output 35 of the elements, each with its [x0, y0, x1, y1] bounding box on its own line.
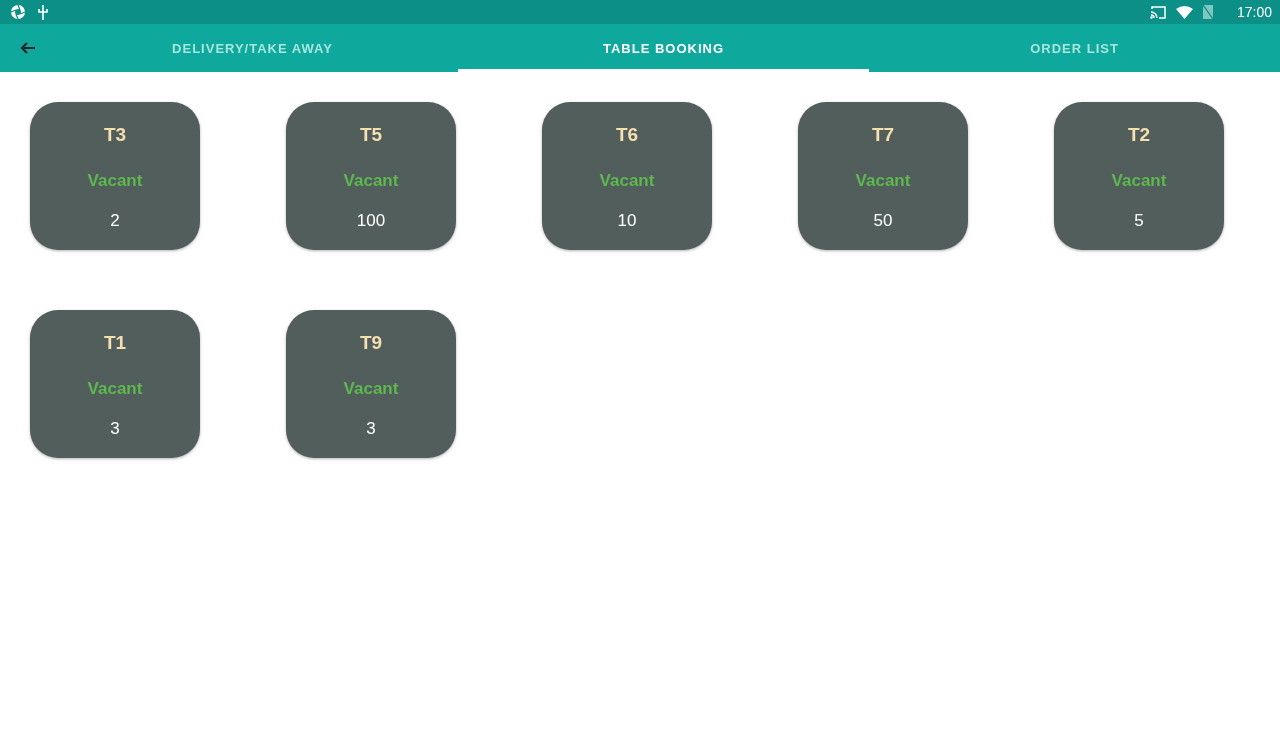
table-status: Vacant — [343, 379, 399, 399]
table-status: Vacant — [599, 171, 655, 191]
table-card[interactable]: T1 Vacant 3 — [30, 310, 200, 458]
table-capacity: 100 — [356, 211, 386, 231]
table-card[interactable]: T5 Vacant 100 — [286, 102, 456, 250]
table-card[interactable]: T3 Vacant 2 — [30, 102, 200, 250]
table-status: Vacant — [343, 171, 399, 191]
table-capacity: 50 — [873, 211, 893, 231]
table-name: T2 — [1127, 124, 1151, 146]
table-card[interactable]: T7 Vacant 50 — [798, 102, 968, 250]
table-name: T5 — [359, 124, 383, 146]
table-capacity: 5 — [1134, 211, 1144, 231]
table-name: T7 — [871, 124, 895, 146]
table-capacity: 3 — [110, 419, 120, 439]
table-status: Vacant — [87, 171, 143, 191]
usb-icon — [38, 4, 48, 20]
table-status: Vacant — [87, 379, 143, 399]
table-name: T1 — [103, 332, 127, 354]
table-status: Vacant — [855, 171, 911, 191]
clock-time: 17:00 — [1236, 4, 1272, 20]
back-arrow-icon — [19, 41, 36, 55]
battery-icon — [1202, 5, 1213, 19]
table-name: T3 — [103, 124, 127, 146]
table-card[interactable]: T2 Vacant 5 — [1054, 102, 1224, 250]
aperture-icon — [10, 4, 26, 20]
table-card[interactable]: T6 Vacant 10 — [542, 102, 712, 250]
wifi-icon — [1175, 5, 1193, 19]
table-capacity: 2 — [110, 211, 120, 231]
cast-icon — [1149, 5, 1166, 19]
table-capacity: 10 — [617, 211, 637, 231]
table-capacity: 3 — [366, 419, 376, 439]
table-name: T9 — [359, 332, 383, 354]
table-card[interactable]: T9 Vacant 3 — [286, 310, 456, 458]
table-name: T6 — [615, 124, 639, 146]
table-status: Vacant — [1111, 171, 1167, 191]
